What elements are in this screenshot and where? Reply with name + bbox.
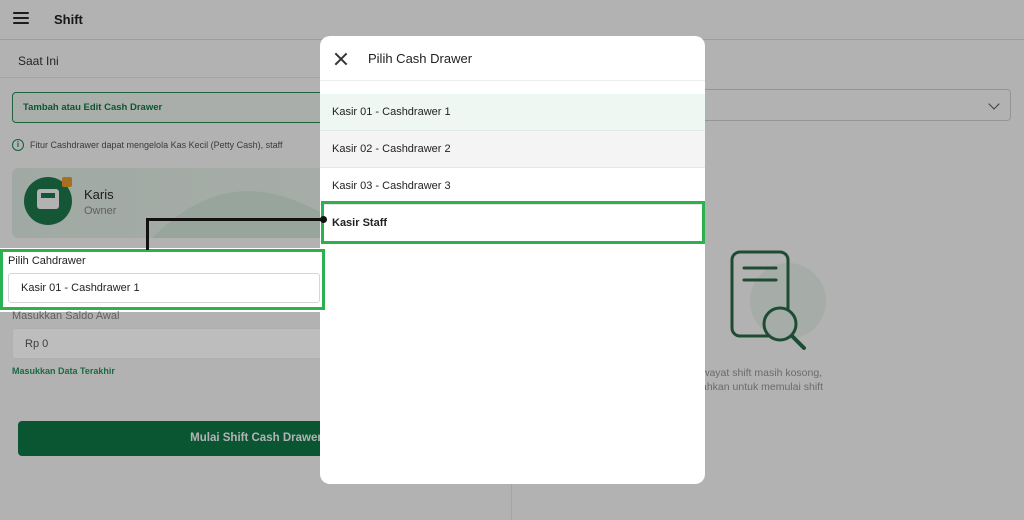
cash-drawer-option[interactable]: Kasir 02 - Cashdrawer 2 <box>320 131 705 168</box>
saldo-awal-label: Masukkan Saldo Awal <box>12 310 120 322</box>
close-icon[interactable] <box>334 52 348 66</box>
modal-header: Pilih Cash Drawer <box>320 36 705 81</box>
last-data-link[interactable]: Masukkan Data Terakhir <box>12 366 115 376</box>
pilih-cash-drawer-modal: Pilih Cash Drawer Kasir 01 - Cashdrawer … <box>320 36 705 484</box>
pilih-cashdrawer-select[interactable]: Kasir 01 - Cashdrawer 1 <box>8 273 320 303</box>
cash-drawer-option-kasir-staff[interactable]: Kasir Staff <box>320 205 705 242</box>
cash-drawer-option[interactable]: Kasir 01 - Cashdrawer 1 <box>320 94 705 131</box>
cash-drawer-option[interactable]: Kasir 03 - Cashdrawer 3 <box>320 168 705 205</box>
pilih-cashdrawer-label: Pilih Cahdrawer <box>8 255 86 267</box>
modal-title: Pilih Cash Drawer <box>368 51 473 66</box>
saldo-awal-input[interactable]: Rp 0 <box>12 328 324 359</box>
connector-dot <box>320 216 327 223</box>
cash-drawer-list: Kasir 01 - Cashdrawer 1 Kasir 02 - Cashd… <box>320 94 705 242</box>
